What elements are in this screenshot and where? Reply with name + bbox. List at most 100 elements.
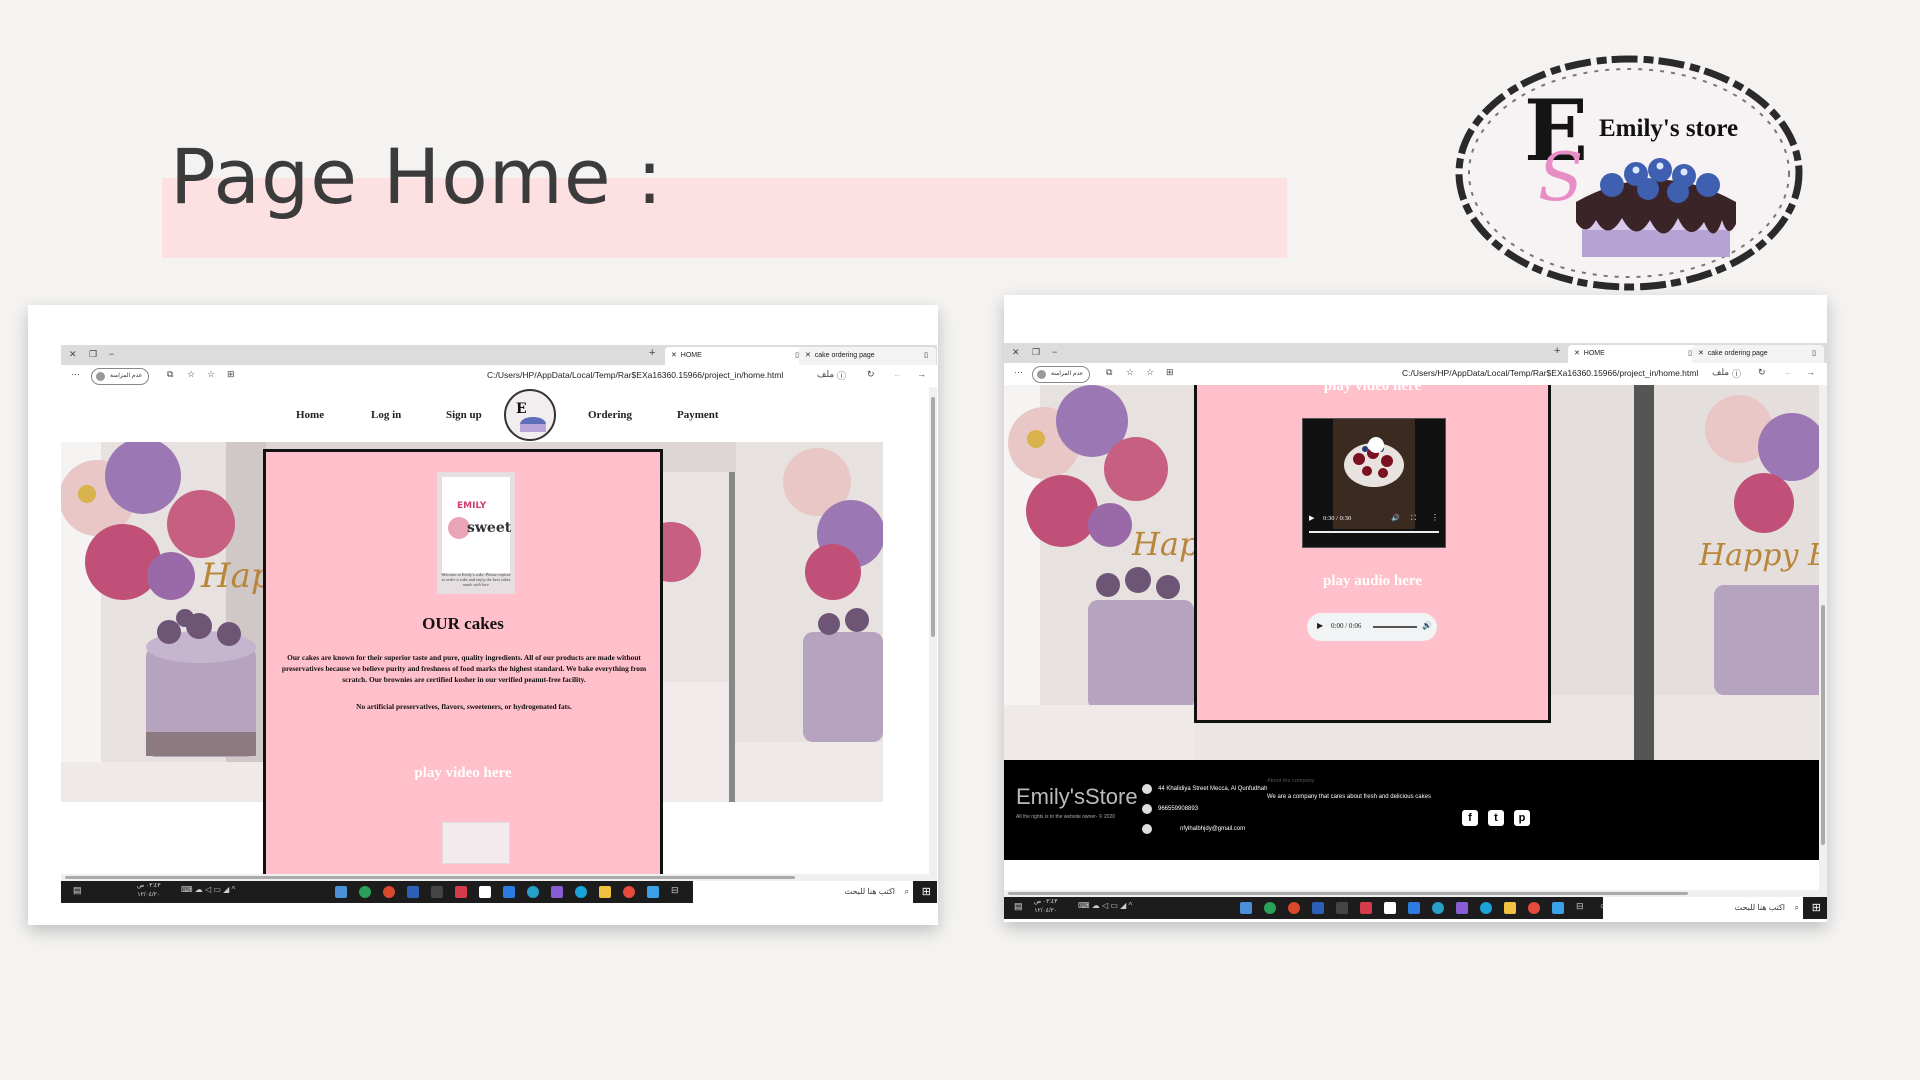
extensions-icon[interactable]: ⊞ xyxy=(1166,367,1174,378)
more-icon[interactable]: ··· xyxy=(71,369,80,379)
nav-payment[interactable]: Payment xyxy=(677,409,719,421)
footer-email[interactable]: nfylhalbhjdy@gmail.com xyxy=(1180,826,1245,832)
vertical-scrollbar[interactable] xyxy=(929,387,937,881)
clock[interactable]: ٠٣:٤٣ ص ١٢/٠٤/٢٠ xyxy=(1034,898,1057,916)
favorites-list-icon[interactable]: ☆ xyxy=(1126,367,1134,378)
close-window-icon[interactable]: ✕ xyxy=(69,349,77,360)
app-icon[interactable] xyxy=(1240,902,1252,914)
facebook-icon[interactable]: f xyxy=(1462,810,1478,826)
nav-ordering[interactable]: Ordering xyxy=(588,409,632,421)
app-icon[interactable] xyxy=(1336,902,1348,914)
dropbox-icon[interactable] xyxy=(1552,902,1564,914)
collections-icon[interactable]: ⧉ xyxy=(167,369,173,380)
nav-login[interactable]: Log in xyxy=(371,409,401,421)
favorites-list-icon[interactable]: ☆ xyxy=(187,369,195,380)
new-tab-icon[interactable]: + xyxy=(649,347,655,359)
collections-icon[interactable]: ⧉ xyxy=(1106,367,1112,378)
system-tray-icons[interactable]: ⌨ ☁ ◁ ▭ ◢ ^ xyxy=(181,885,235,894)
notifications-icon[interactable]: ▤ xyxy=(1014,901,1023,912)
mail-icon[interactable] xyxy=(503,886,515,898)
edge-legacy-icon[interactable] xyxy=(1480,902,1492,914)
taskbar-search[interactable]: اكتب هنا للبحث ⌕ xyxy=(1603,897,1803,919)
taskbar-search[interactable]: اكتب هنا للبحث ⌕ xyxy=(693,881,913,903)
horizontal-scrollbar[interactable] xyxy=(61,874,929,881)
edge-legacy-icon[interactable] xyxy=(575,886,587,898)
file-explorer-icon[interactable] xyxy=(599,886,611,898)
app-icon[interactable] xyxy=(431,886,443,898)
app-icon[interactable] xyxy=(1264,902,1276,914)
volume-icon[interactable]: 🔊 xyxy=(1391,514,1400,522)
profile-sync-button[interactable]: عدم المزامنة xyxy=(1032,366,1091,383)
nav-home[interactable]: Home xyxy=(296,409,324,421)
notifications-icon[interactable]: ▤ xyxy=(73,885,82,896)
profile-sync-button[interactable]: عدم المزامنة xyxy=(91,368,150,385)
mail-icon[interactable] xyxy=(1408,902,1420,914)
refresh-icon[interactable]: ↻ xyxy=(1758,367,1766,378)
task-view-icon[interactable]: ⊟ xyxy=(1576,901,1584,912)
forward-icon[interactable]: ← xyxy=(1784,367,1793,377)
chrome-icon[interactable] xyxy=(623,886,635,898)
fullscreen-icon[interactable]: ⛶ xyxy=(1411,514,1416,523)
twitter-icon[interactable]: t xyxy=(1488,810,1504,826)
refresh-icon[interactable]: ↻ xyxy=(867,369,875,380)
task-view-icon[interactable]: ⊟ xyxy=(671,885,679,896)
url-text[interactable]: C:/Users/HP/AppData/Local/Temp/Rar$EXa16… xyxy=(487,370,783,380)
amazon-icon[interactable] xyxy=(1384,902,1396,914)
tab-cake-ordering[interactable]: ✕ cake ordering page ▯ xyxy=(1692,345,1824,363)
info-icon[interactable]: ⓘ xyxy=(1732,367,1741,380)
word-icon[interactable] xyxy=(407,886,419,898)
file-explorer-icon[interactable] xyxy=(1504,902,1516,914)
amazon-icon[interactable] xyxy=(479,886,491,898)
add-favorite-icon[interactable]: ☆ xyxy=(207,369,215,380)
video-menu-icon[interactable]: ⋮ xyxy=(1431,513,1439,522)
windows-start-icon[interactable]: ⊞ xyxy=(1812,901,1821,914)
vertical-scrollbar[interactable] xyxy=(1819,385,1827,897)
info-icon[interactable]: ⓘ xyxy=(837,369,846,382)
tab-home[interactable]: ✕ HOME ▯ xyxy=(1568,345,1700,363)
powerpoint-icon[interactable] xyxy=(1288,902,1300,914)
windows-start-icon[interactable]: ⊞ xyxy=(922,885,931,898)
visual-studio-icon[interactable] xyxy=(1456,902,1468,914)
volume-icon[interactable]: 🔊 xyxy=(1422,621,1432,630)
audio-player[interactable]: ▶ 0:00 / 0:06 🔊 xyxy=(1307,613,1437,641)
restore-window-icon[interactable]: ❐ xyxy=(1032,347,1040,358)
word-icon[interactable] xyxy=(1312,902,1324,914)
app-icon[interactable] xyxy=(359,886,371,898)
minimize-window-icon[interactable]: − xyxy=(109,349,114,359)
horizontal-scrollbar[interactable] xyxy=(1004,890,1819,897)
nav-logo[interactable]: E xyxy=(504,389,556,441)
close-window-icon[interactable]: ✕ xyxy=(1012,347,1020,358)
calendar-icon[interactable] xyxy=(455,886,467,898)
clock[interactable]: ٠٣:٤٣ ص ١٢/٠٤/٢٠ xyxy=(137,882,160,900)
system-tray-icons[interactable]: ⌨ ☁ ◁ ▭ ◢ ^ xyxy=(1078,901,1132,910)
cortana-icon[interactable]: ○ xyxy=(697,885,703,896)
minimize-window-icon[interactable]: − xyxy=(1052,347,1057,357)
app-icon[interactable] xyxy=(335,886,347,898)
visual-studio-icon[interactable] xyxy=(551,886,563,898)
new-tab-icon[interactable]: + xyxy=(1554,345,1560,357)
edge-icon[interactable] xyxy=(1432,902,1444,914)
play-icon[interactable]: ▶ xyxy=(1317,621,1323,630)
tab-home[interactable]: ✕ HOME ▯ xyxy=(665,347,807,365)
dropbox-icon[interactable] xyxy=(647,886,659,898)
extensions-icon[interactable]: ⊞ xyxy=(227,369,235,380)
add-favorite-icon[interactable]: ☆ xyxy=(1146,367,1154,378)
audio-progress[interactable] xyxy=(1373,626,1417,628)
play-icon[interactable]: ▶ xyxy=(1309,514,1314,522)
edge-icon[interactable] xyxy=(527,886,539,898)
restore-window-icon[interactable]: ❐ xyxy=(89,349,97,360)
nav-signup[interactable]: Sign up xyxy=(446,409,482,421)
chrome-icon[interactable] xyxy=(1528,902,1540,914)
video-player[interactable]: ▶ 0:30 / 0:30 🔊 ⛶ ⋮ xyxy=(1302,418,1446,548)
forward-icon[interactable]: ← xyxy=(893,369,902,379)
pinterest-icon[interactable]: p xyxy=(1514,810,1530,826)
more-icon[interactable]: ··· xyxy=(1014,367,1023,377)
url-text[interactable]: C:/Users/HP/AppData/Local/Temp/Rar$EXa16… xyxy=(1402,368,1698,378)
tab-cake-ordering[interactable]: ✕ cake ordering page ▯ xyxy=(799,347,936,365)
windows-taskbar: ⊞ اكتب هنا للبحث ⌕ ○ ⊟ ٠٣:٤٣ ص ١٢/٠٤/٢٠ ▤ … xyxy=(1004,897,1827,919)
calendar-icon[interactable] xyxy=(1360,902,1372,914)
back-icon[interactable]: → xyxy=(1806,367,1815,377)
back-icon[interactable]: → xyxy=(917,369,926,379)
powerpoint-icon[interactable] xyxy=(383,886,395,898)
cortana-icon[interactable]: ○ xyxy=(1600,901,1606,912)
